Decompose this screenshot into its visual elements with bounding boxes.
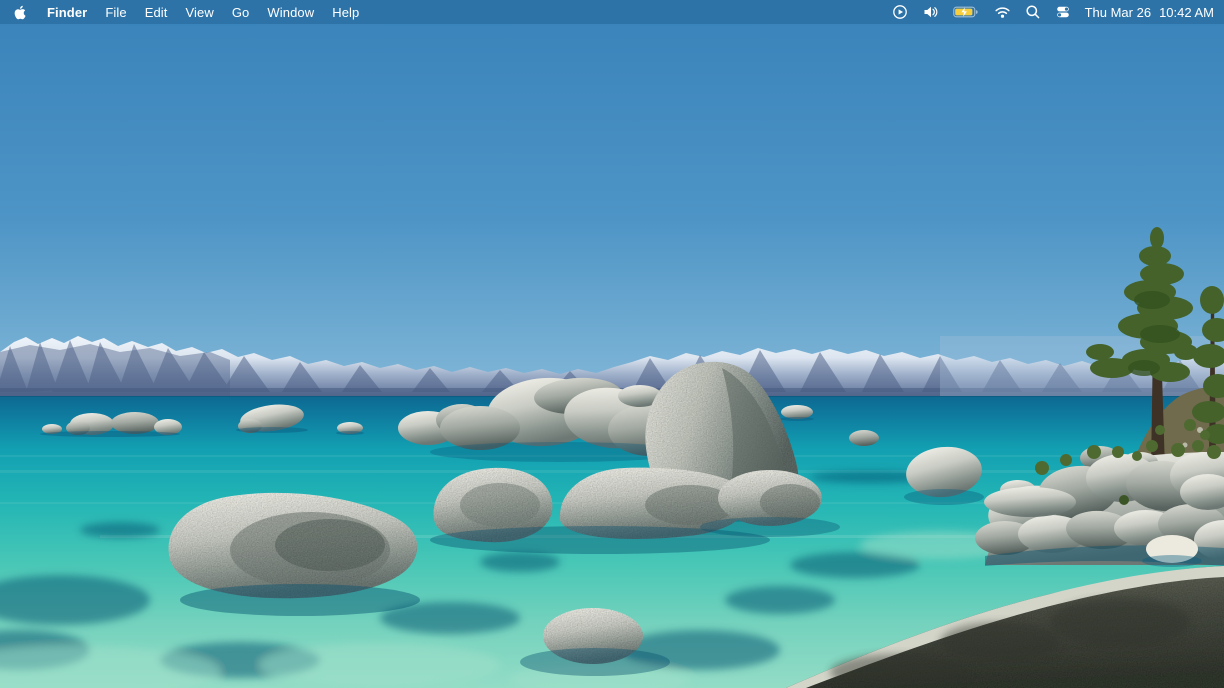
clock-date: Thu Mar 26 bbox=[1085, 5, 1151, 20]
menu-view-label: View bbox=[186, 5, 214, 20]
menu-go[interactable]: Go bbox=[223, 0, 259, 24]
menu-window[interactable]: Window bbox=[258, 0, 323, 24]
menu-window-label: Window bbox=[267, 5, 314, 20]
desktop-wallpaper[interactable] bbox=[0, 0, 1224, 688]
menu-bar-status: Thu Mar 26 10:42 AM bbox=[892, 0, 1224, 24]
desktop[interactable]: Finder File Edit View Go Window Help bbox=[0, 0, 1224, 688]
menu-finder[interactable]: Finder bbox=[38, 0, 96, 24]
menu-bar-clock[interactable]: Thu Mar 26 10:42 AM bbox=[1085, 0, 1214, 24]
battery-charging-icon[interactable] bbox=[953, 0, 980, 24]
wifi-icon[interactable] bbox=[994, 0, 1011, 24]
spotlight-icon[interactable] bbox=[1025, 0, 1041, 24]
apple-logo-icon bbox=[13, 4, 27, 21]
menu-bar-left: Finder File Edit View Go Window Help bbox=[0, 0, 368, 24]
menu-view[interactable]: View bbox=[177, 0, 223, 24]
menu-edit[interactable]: Edit bbox=[136, 0, 177, 24]
menu-edit-label: Edit bbox=[145, 5, 168, 20]
menu-help[interactable]: Help bbox=[323, 0, 368, 24]
menu-bar: Finder File Edit View Go Window Help bbox=[0, 0, 1224, 24]
clock-time: 10:42 AM bbox=[1159, 5, 1214, 20]
menu-file[interactable]: File bbox=[96, 0, 135, 24]
apple-menu[interactable] bbox=[0, 0, 38, 24]
menu-go-label: Go bbox=[232, 5, 250, 20]
volume-icon[interactable] bbox=[922, 0, 939, 24]
menu-help-label: Help bbox=[332, 5, 359, 20]
menu-file-label: File bbox=[105, 5, 126, 20]
now-playing-icon[interactable] bbox=[892, 0, 908, 24]
control-center-icon[interactable] bbox=[1055, 0, 1071, 24]
menu-finder-label: Finder bbox=[47, 5, 87, 20]
